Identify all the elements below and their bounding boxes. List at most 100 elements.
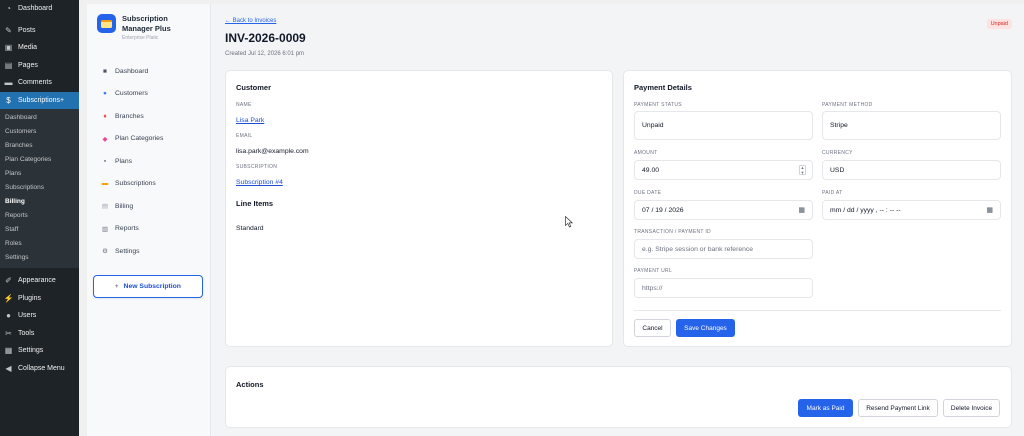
- wp-submenu-dashboard[interactable]: Dashboard: [0, 111, 79, 125]
- subscription-link[interactable]: Subscription #4: [236, 179, 283, 186]
- wp-menu-posts[interactable]: ✎ Posts: [0, 22, 79, 40]
- payment-url-label: PAYMENT URL: [634, 268, 673, 274]
- settings-icon: ▦: [4, 346, 13, 356]
- customer-email: lisa.park@example.com: [236, 148, 309, 155]
- plugin-sidebar: Subscription Manager Plus Enterprise Pla…: [87, 4, 211, 436]
- wp-submenu-plans[interactable]: Plans: [0, 167, 79, 181]
- due-date-label: DUE DATE: [634, 190, 662, 196]
- cancel-button[interactable]: Cancel: [634, 319, 671, 337]
- calendar-icon[interactable]: ▦: [986, 206, 993, 214]
- wp-submenu-reports[interactable]: Reports: [0, 209, 79, 223]
- wp-submenu-staff[interactable]: Staff: [0, 223, 79, 237]
- gear-icon: ⚙: [102, 248, 108, 256]
- resend-payment-link-button[interactable]: Resend Payment Link: [858, 399, 938, 417]
- wp-menu-collapse[interactable]: ◀ Collapse Menu: [0, 360, 79, 378]
- nav-settings[interactable]: ⚙ Settings: [87, 240, 210, 263]
- wp-submenu-branches[interactable]: Branches: [0, 139, 79, 153]
- plans-icon: ▪: [103, 157, 107, 165]
- nav-plan-categories[interactable]: ◆ Plan Categories: [87, 128, 210, 151]
- main-content: ← Back to Invoices INV-2026-0009 Created…: [211, 4, 1024, 436]
- payment-method-select[interactable]: Stripe: [822, 111, 1001, 140]
- transaction-id-input[interactable]: e.g. Stripe session or bank reference: [634, 239, 813, 259]
- calendar-icon[interactable]: ▦: [798, 206, 805, 214]
- mark-as-paid-button[interactable]: Mark as Paid: [798, 399, 853, 417]
- dollar-icon: $: [6, 95, 11, 105]
- wp-submenu-roles[interactable]: Roles: [0, 237, 79, 251]
- card-icon: ▬: [101, 180, 109, 188]
- pages-icon: ▤: [4, 60, 13, 70]
- status-badge: Unpaid: [986, 19, 1012, 29]
- due-date-input[interactable]: 07 / 19 / 2026 ▦: [634, 200, 813, 220]
- dashboard-icon: ◔: [6, 4, 11, 14]
- nav-plans[interactable]: ▪ Plans: [87, 150, 210, 173]
- credit-card-logo-icon: [97, 14, 116, 33]
- nav-branches[interactable]: ♦ Branches: [87, 105, 210, 128]
- wp-submenu-customers[interactable]: Customers: [0, 125, 79, 139]
- customer-name-link[interactable]: Lisa Park: [236, 117, 264, 124]
- wp-menu-subscriptions[interactable]: $ Subscriptions+: [0, 91, 79, 109]
- number-stepper-icon[interactable]: ▲ ▼: [799, 165, 806, 175]
- reports-icon: ▥: [101, 225, 109, 233]
- wp-submenu-settings[interactable]: Settings: [0, 251, 79, 265]
- wp-menu-comments[interactable]: ▬ Comments: [0, 74, 79, 92]
- line-item: Standard: [236, 225, 264, 232]
- save-changes-button[interactable]: Save Changes: [676, 319, 735, 337]
- wp-menu-plugins[interactable]: ⚡ Plugins: [0, 290, 79, 308]
- media-icon: ▣: [4, 43, 13, 53]
- amount-input[interactable]: 49.00 ▲ ▼: [634, 160, 813, 180]
- billing-icon: ▤: [101, 203, 109, 211]
- grid-icon: ■: [103, 67, 107, 75]
- brush-icon: ✐: [5, 276, 12, 286]
- currency-input[interactable]: USD: [822, 160, 1001, 180]
- wp-submenu: Dashboard Customers Branches Plan Catego…: [0, 109, 79, 268]
- wp-submenu-billing[interactable]: Billing: [0, 195, 79, 209]
- nav-customers[interactable]: ● Customers: [87, 83, 210, 106]
- users-icon: ●: [103, 90, 107, 98]
- name-label: NAME: [236, 102, 252, 108]
- payment-status-label: PAYMENT STATUS: [634, 102, 682, 108]
- collapse-icon: ◀: [5, 363, 12, 373]
- wp-menu-dashboard[interactable]: ◔ Dashboard: [0, 0, 79, 18]
- wp-menu-appearance[interactable]: ✐ Appearance: [0, 272, 79, 290]
- nav-subscriptions[interactable]: ▬ Subscriptions: [87, 173, 210, 196]
- created-timestamp: Created Jul 12, 2026 6:01 pm: [225, 51, 305, 57]
- user-icon: ●: [6, 311, 11, 321]
- form-divider: [634, 310, 1001, 311]
- currency-label: CURRENCY: [822, 150, 853, 156]
- paid-at-label: PAID AT: [822, 190, 843, 196]
- plus-icon: +: [115, 283, 119, 290]
- wp-menu-pages[interactable]: ▤ Pages: [0, 57, 79, 75]
- actions-card: Actions Mark as Paid Resend Payment Link…: [225, 366, 1012, 428]
- wp-admin-menu: ◔ Dashboard ✎ Posts ▣ Media ▤ Pages ▬ Comment…: [0, 0, 79, 436]
- wrench-icon: ✂: [5, 328, 12, 338]
- email-label: EMAIL: [236, 133, 253, 139]
- payment-details-card: Payment Details PAYMENT STATUS Unpaid PA…: [623, 70, 1012, 347]
- wp-submenu-subscriptions[interactable]: Subscriptions: [0, 181, 79, 195]
- new-subscription-button[interactable]: + New Subscription: [93, 275, 203, 298]
- plugin-icon: ⚡: [3, 293, 14, 303]
- payment-method-label: PAYMENT METHOD: [822, 102, 873, 108]
- nav-billing[interactable]: ▤ Billing: [87, 195, 210, 218]
- payment-url-input[interactable]: https://: [634, 278, 813, 298]
- plugin-brand: Subscription Manager Plus Enterprise Pla…: [87, 4, 210, 50]
- wp-menu-users[interactable]: ● Users: [0, 307, 79, 325]
- wp-menu-settings[interactable]: ▦ Settings: [0, 342, 79, 360]
- amount-label: AMOUNT: [634, 150, 658, 156]
- wp-submenu-plan-categories[interactable]: Plan Categories: [0, 153, 79, 167]
- customer-card-title: Customer: [236, 83, 272, 92]
- comment-icon: ▬: [4, 78, 13, 88]
- pin-icon: ✎: [5, 25, 12, 35]
- payment-status-select[interactable]: Unpaid: [634, 111, 813, 140]
- nav-reports[interactable]: ▥ Reports: [87, 218, 210, 241]
- customer-card: Customer NAME Lisa Park EMAIL lisa.park@…: [225, 70, 613, 347]
- nav-dashboard[interactable]: ■ Dashboard: [87, 60, 210, 83]
- wp-menu-tools[interactable]: ✂ Tools: [0, 325, 79, 343]
- back-to-invoices-link[interactable]: ← Back to Invoices: [225, 18, 276, 24]
- mouse-cursor-icon: [565, 216, 573, 228]
- delete-invoice-button[interactable]: Delete Invoice: [943, 399, 1000, 417]
- page-title: INV-2026-0009: [225, 31, 306, 45]
- paid-at-input[interactable]: mm / dd / yyyy , -- : -- -- ▦: [822, 200, 1001, 220]
- actions-title: Actions: [236, 380, 264, 389]
- wp-menu-media[interactable]: ▣ Media: [0, 39, 79, 57]
- plugin-title-line2: Manager Plus: [122, 23, 171, 33]
